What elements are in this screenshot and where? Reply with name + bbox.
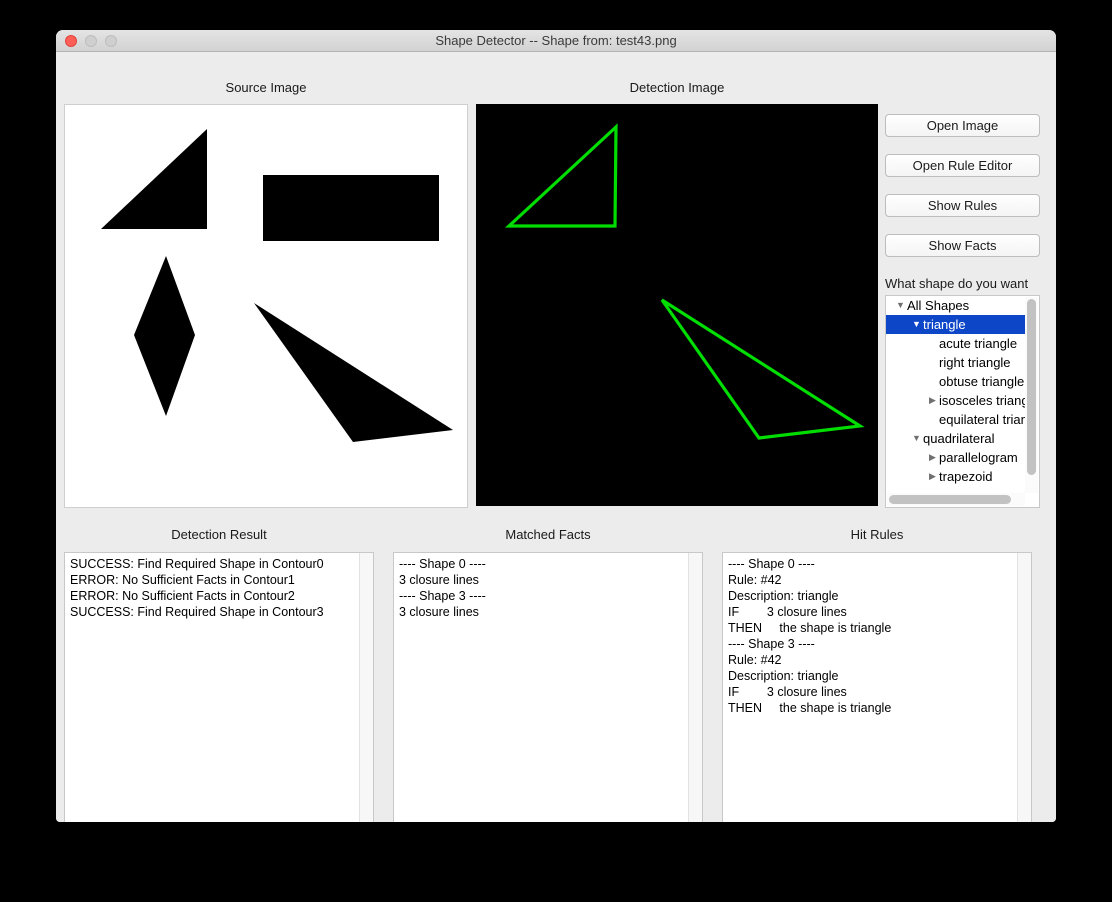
source-shapes-svg: [65, 105, 467, 507]
shape-tree-vertical-scrollbar[interactable]: [1025, 297, 1038, 493]
tree-spacer-icon: ▶: [926, 334, 939, 353]
shape-tree-scrollbar-corner: [1025, 493, 1038, 506]
shape-tree-horizontal-scrollbar[interactable]: [887, 493, 1026, 506]
tree-item-label: All Shapes: [907, 298, 970, 313]
detection-result-caption: Detection Result: [171, 527, 267, 542]
show-rules-button[interactable]: Show Rules: [885, 194, 1040, 217]
tree-item-label: obtuse triangle: [939, 374, 1025, 389]
chevron-right-icon[interactable]: ▶: [926, 448, 939, 467]
tree-item-label: triangle: [923, 317, 966, 332]
detection-result-scrollbar[interactable]: [359, 553, 373, 822]
window-title: Shape Detector -- Shape from: test43.png: [435, 33, 677, 48]
tree-item-label: trapezoid: [939, 469, 993, 484]
hit-rules-scrollbar[interactable]: [1017, 553, 1031, 822]
tree-item-label: equilateral triangle: [939, 412, 1026, 427]
show-facts-button[interactable]: Show Facts: [885, 234, 1040, 257]
matched-facts-panel[interactable]: ---- Shape 0 ---- 3 closure lines ---- S…: [393, 552, 703, 822]
tree-item-quadrilateral[interactable]: ▼ quadrilateral: [886, 429, 1026, 448]
detection-result-text: SUCCESS: Find Required Shape in Contour0…: [70, 557, 324, 619]
tree-item-right-triangle[interactable]: ▶right triangle: [886, 353, 1026, 372]
shape-tree-horizontal-scrollbar-thumb[interactable]: [889, 495, 1011, 504]
tree-item-obtuse-triangle[interactable]: ▶obtuse triangle: [886, 372, 1026, 391]
tree-item-parallelogram[interactable]: ▶ parallelogram: [886, 448, 1026, 467]
chevron-down-icon[interactable]: ▼: [910, 429, 923, 448]
tree-item-All-Shapes[interactable]: ▼ All Shapes: [886, 296, 1026, 315]
chevron-down-icon[interactable]: ▼: [894, 296, 907, 315]
tree-item-label: isosceles triangle: [939, 393, 1026, 408]
tree-item-label: parallelogram: [939, 450, 1018, 465]
chevron-right-icon[interactable]: ▶: [926, 467, 939, 486]
detection-contours-svg: [476, 104, 878, 506]
detection-image-canvas[interactable]: [476, 104, 878, 506]
tree-spacer-icon: ▶: [926, 410, 939, 429]
matched-facts-scrollbar[interactable]: [688, 553, 702, 822]
tree-item-triangle[interactable]: ▼ triangle: [886, 315, 1026, 334]
tree-item-label: quadrilateral: [923, 431, 995, 446]
chevron-down-icon[interactable]: ▼: [910, 315, 923, 334]
shape-tree-vertical-scrollbar-thumb[interactable]: [1027, 299, 1036, 475]
tree-item-equilateral-triangle[interactable]: ▶equilateral triangle: [886, 410, 1026, 429]
hit-rules-text: ---- Shape 0 ---- Rule: #42 Description:…: [728, 557, 892, 715]
tree-item-label: right triangle: [939, 355, 1011, 370]
tree-item-label: acute triangle: [939, 336, 1018, 351]
hit-rules-caption: Hit Rules: [850, 527, 904, 542]
tree-item-isosceles-triangle[interactable]: ▶isosceles triangle: [886, 391, 1026, 410]
tree-item-acute-triangle[interactable]: ▶acute triangle: [886, 334, 1026, 353]
shape-tree[interactable]: ▼All Shapes▼triangle▶acute triangle▶righ…: [886, 296, 1026, 492]
detection-result-panel[interactable]: SUCCESS: Find Required Shape in Contour0…: [64, 552, 374, 822]
tree-item-trapezoid[interactable]: ▶ trapezoid: [886, 467, 1026, 486]
app-window: Shape Detector -- Shape from: test43.png…: [56, 30, 1056, 822]
chevron-right-icon[interactable]: ▶: [926, 391, 939, 410]
matched-facts-caption: Matched Facts: [505, 527, 591, 542]
tree-spacer-icon: ▶: [926, 372, 939, 391]
tree-spacer-icon: ▶: [926, 353, 939, 372]
detection-image-caption: Detection Image: [629, 80, 725, 95]
open-image-button[interactable]: Open Image: [885, 114, 1040, 137]
window-titlebar: Shape Detector -- Shape from: test43.png: [56, 30, 1056, 52]
shape-tree-label: What shape do you want: [885, 276, 1029, 291]
open-rule-editor-button[interactable]: Open Rule Editor: [885, 154, 1040, 177]
matched-facts-text: ---- Shape 0 ---- 3 closure lines ---- S…: [399, 557, 486, 619]
source-image-caption: Source Image: [225, 80, 307, 95]
shape-tree-container[interactable]: ▼All Shapes▼triangle▶acute triangle▶righ…: [885, 295, 1040, 508]
hit-rules-panel[interactable]: ---- Shape 0 ---- Rule: #42 Description:…: [722, 552, 1032, 822]
window-content: Source Image Detection Image Detection R…: [56, 52, 1056, 822]
shape-rectangle: [263, 175, 439, 241]
source-image-canvas[interactable]: [64, 104, 468, 508]
